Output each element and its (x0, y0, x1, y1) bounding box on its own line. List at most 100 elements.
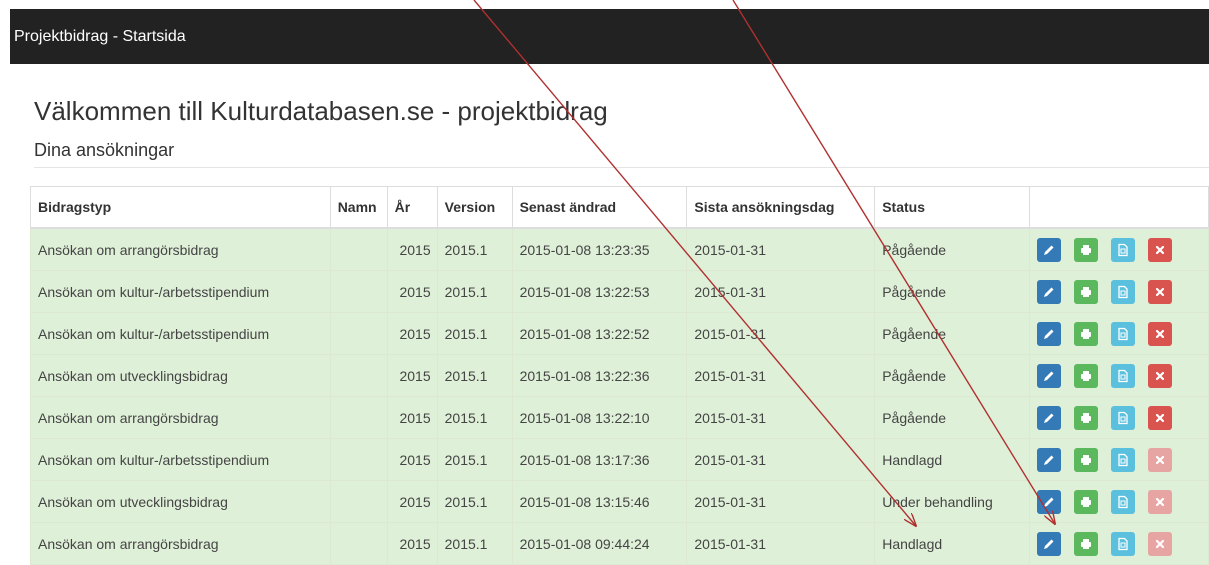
document-button[interactable] (1111, 363, 1136, 388)
cell-sista-ansokningsdag: 2015-01-31 (686, 522, 876, 565)
document-button[interactable] (1111, 531, 1136, 556)
cell-ar: 2015 (386, 480, 438, 523)
cell-actions (1029, 480, 1209, 523)
section-divider (34, 167, 1209, 168)
edit-button[interactable] (1037, 321, 1062, 346)
edit-button[interactable] (1037, 279, 1062, 304)
cell-ar: 2015 (386, 227, 438, 271)
table-row: Ansökan om kultur-/arbetsstipendium 2015 2… (30, 312, 1209, 355)
cell-ar: 2015 (386, 396, 438, 439)
cell-actions (1029, 396, 1209, 439)
delete-button[interactable] (1148, 363, 1173, 388)
cell-bidragstyp: Ansökan om utvecklingsbidrag (30, 480, 331, 523)
cell-status: Handlagd (874, 438, 1031, 481)
document-button[interactable] (1111, 489, 1136, 514)
cell-actions (1029, 354, 1209, 397)
edit-button[interactable] (1037, 363, 1062, 388)
cell-bidragstyp: Ansökan om arrangörsbidrag (30, 522, 331, 565)
document-button[interactable] (1111, 321, 1136, 346)
table-row: Ansökan om kultur-/arbetsstipendium 2015 2… (30, 270, 1209, 313)
column-header-senast-andrad[interactable]: Senast ändrad (511, 186, 688, 229)
edit-button[interactable] (1037, 489, 1062, 514)
column-header-ar[interactable]: År (386, 186, 438, 229)
cell-bidragstyp: Ansökan om kultur-/arbetsstipendium (30, 270, 331, 313)
print-button[interactable] (1074, 321, 1099, 346)
delete-button[interactable] (1148, 321, 1173, 346)
navbar-brand[interactable]: Projektbidrag - Startsida (14, 9, 186, 64)
print-button[interactable] (1074, 405, 1099, 430)
cell-version: 2015.1 (436, 480, 513, 523)
edit-button[interactable] (1037, 237, 1062, 262)
column-header-namn[interactable]: Namn (329, 186, 388, 229)
cell-bidragstyp: Ansökan om kultur-/arbetsstipendium (30, 312, 331, 355)
print-button[interactable] (1074, 447, 1099, 472)
column-header-version[interactable]: Version (436, 186, 513, 229)
cell-version: 2015.1 (436, 522, 513, 565)
edit-button[interactable] (1037, 531, 1062, 556)
document-button[interactable] (1111, 279, 1136, 304)
cell-bidragstyp: Ansökan om kultur-/arbetsstipendium (30, 438, 331, 481)
table-row: Ansökan om arrangörsbidrag 2015 2015.1 2015… (30, 396, 1209, 439)
cell-version: 2015.1 (436, 438, 513, 481)
print-button[interactable] (1074, 363, 1099, 388)
cell-version: 2015.1 (436, 312, 513, 355)
cell-status: Pågående (874, 227, 1031, 271)
cell-ar: 2015 (386, 354, 438, 397)
cell-namn (329, 354, 388, 397)
cell-senast-andrad: 2015-01-08 13:17:36 (511, 438, 688, 481)
delete-button[interactable] (1148, 237, 1173, 262)
cell-namn (329, 270, 388, 313)
cell-version: 2015.1 (436, 270, 513, 313)
cell-namn (329, 480, 388, 523)
document-button[interactable] (1111, 405, 1136, 430)
page-title: Välkommen till Kulturdatabasen.se - proj… (34, 96, 608, 126)
document-button[interactable] (1111, 237, 1136, 262)
top-navbar: Projektbidrag - Startsida (10, 9, 1209, 64)
cell-sista-ansokningsdag: 2015-01-31 (686, 270, 876, 313)
section-title: Dina ansökningar (34, 140, 175, 160)
document-button[interactable] (1111, 447, 1136, 472)
cell-status: Handlagd (874, 522, 1031, 565)
column-header-sista-ansokningsdag[interactable]: Sista ansökningsdag (686, 186, 876, 229)
print-button[interactable] (1074, 279, 1099, 304)
table-row: Ansökan om arrangörsbidrag 2015 2015.1 2015… (30, 227, 1209, 271)
cell-version: 2015.1 (436, 227, 513, 271)
cell-senast-andrad: 2015-01-08 13:15:46 (511, 480, 688, 523)
cell-sista-ansokningsdag: 2015-01-31 (686, 480, 876, 523)
cell-actions (1029, 227, 1209, 271)
cell-version: 2015.1 (436, 354, 513, 397)
cell-namn (329, 396, 388, 439)
column-header-actions (1029, 186, 1209, 229)
cell-actions (1029, 522, 1209, 565)
cell-ar: 2015 (386, 522, 438, 565)
cell-version: 2015.1 (436, 396, 513, 439)
cell-namn (329, 227, 388, 271)
delete-button (1148, 447, 1173, 472)
table-header-row: Bidragstyp Namn År Version Senast ändrad… (30, 186, 1209, 229)
cell-bidragstyp: Ansökan om utvecklingsbidrag (30, 354, 331, 397)
delete-button[interactable] (1148, 279, 1173, 304)
delete-button (1148, 489, 1173, 514)
delete-button[interactable] (1148, 405, 1173, 430)
print-button[interactable] (1074, 237, 1099, 262)
column-header-bidragstyp[interactable]: Bidragstyp (30, 186, 331, 229)
cell-sista-ansokningsdag: 2015-01-31 (686, 438, 876, 481)
table-row: Ansökan om utvecklingsbidrag 2015 2015.1 20… (30, 480, 1209, 523)
cell-ar: 2015 (386, 438, 438, 481)
print-button[interactable] (1074, 531, 1099, 556)
cell-namn (329, 522, 388, 565)
print-button[interactable] (1074, 489, 1099, 514)
cell-senast-andrad: 2015-01-08 13:22:52 (511, 312, 688, 355)
edit-button[interactable] (1037, 447, 1062, 472)
cell-sista-ansokningsdag: 2015-01-31 (686, 354, 876, 397)
cell-senast-andrad: 2015-01-08 13:23:35 (511, 227, 688, 271)
cell-bidragstyp: Ansökan om arrangörsbidrag (30, 227, 331, 271)
cell-senast-andrad: 2015-01-08 13:22:36 (511, 354, 688, 397)
cell-sista-ansokningsdag: 2015-01-31 (686, 227, 876, 271)
cell-actions (1029, 270, 1209, 313)
cell-bidragstyp: Ansökan om arrangörsbidrag (30, 396, 331, 439)
edit-button[interactable] (1037, 405, 1062, 430)
column-header-status[interactable]: Status (874, 186, 1031, 229)
cell-status: Pågående (874, 396, 1031, 439)
applications-table: Bidragstyp Namn År Version Senast ändrad… (30, 186, 1209, 565)
